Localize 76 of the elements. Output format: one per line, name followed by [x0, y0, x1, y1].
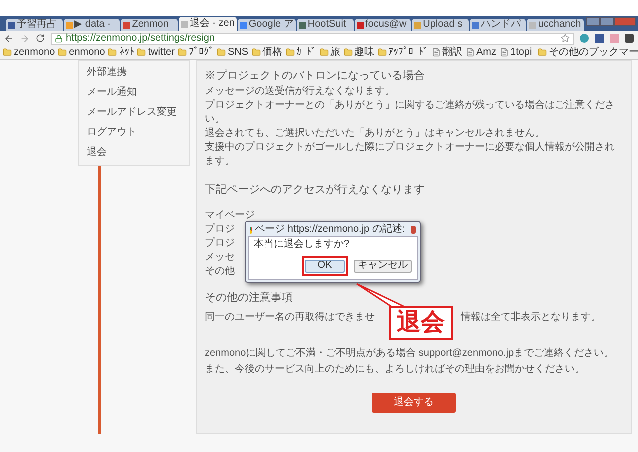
- forward-icon[interactable]: [20, 34, 30, 44]
- bookmark[interactable]: ｶｰﾄﾞ: [286, 48, 317, 58]
- page-icon: [466, 48, 475, 57]
- bookmark[interactable]: 翻訳: [432, 48, 463, 58]
- folder-icon: [3, 48, 12, 57]
- back-icon[interactable]: [4, 34, 14, 44]
- sidebar-item[interactable]: 外部連携: [79, 63, 189, 83]
- browser-tab[interactable]: ハンドパ: [470, 19, 526, 31]
- bookmark[interactable]: zenmono: [3, 48, 56, 58]
- bookmark[interactable]: twitter: [137, 48, 175, 58]
- section-heading: ※プロジェクトのパトロンになっている場合: [205, 69, 426, 83]
- page-name: プロジ: [205, 237, 235, 251]
- page-name: マイページ: [205, 209, 255, 223]
- folder-icon: [378, 48, 387, 57]
- browser-tab[interactable]: focus@w: [354, 19, 412, 31]
- sidebar-item[interactable]: 退会: [79, 143, 189, 163]
- bookmark[interactable]: ｱｯﾌﾟﾛｰﾄﾞ: [378, 48, 429, 58]
- browser-tab[interactable]: Upload s: [412, 19, 469, 31]
- star-icon[interactable]: [561, 34, 570, 43]
- notice-text: 支援中のプロジェクトがゴールした際にプロジェクトオーナーに必要な個人情報が公開されます。: [205, 141, 616, 169]
- browser-tab[interactable]: HootSuit: [296, 19, 354, 31]
- page-name: メッセ: [205, 251, 235, 265]
- folder-icon: [178, 48, 187, 57]
- folder-icon: [58, 48, 68, 57]
- folder-icon: [344, 48, 353, 57]
- folder-icon: [538, 48, 548, 57]
- section-heading: 下記ページへのアクセスが行えなくなります: [205, 183, 426, 197]
- ok-button[interactable]: OK: [305, 260, 345, 272]
- page-icon: [432, 48, 441, 57]
- browser-tab[interactable]: Google ア: [238, 19, 296, 31]
- folder-icon: [252, 48, 261, 57]
- bookmark[interactable]: ﾌﾞﾛｸﾞ: [178, 48, 214, 58]
- resign-button[interactable]: 退会する: [372, 393, 456, 413]
- folder-icon: [286, 48, 295, 57]
- dialog-message: 本当に退会しますか?: [254, 240, 351, 250]
- browser-tab[interactable]: 退会 - zen: [178, 17, 237, 31]
- folder-icon: [216, 48, 226, 57]
- page-icon: [500, 48, 509, 57]
- sidebar-item[interactable]: メールアドレス変更: [79, 103, 189, 123]
- bookmark[interactable]: ﾈｯﾄ: [108, 48, 134, 58]
- reload-icon[interactable]: [36, 34, 45, 43]
- section-heading: その他の注意事項: [205, 291, 293, 305]
- bookmark[interactable]: SNS: [216, 48, 249, 58]
- notice-text: 情報は全て非表示となります。: [461, 311, 601, 325]
- notice-text: 退会されても、ご選択いただいた「ありがとう」はキャンセルされません。: [205, 127, 546, 141]
- bookmark[interactable]: 1topi: [500, 48, 532, 58]
- page-name: プロジ: [205, 223, 235, 237]
- callout: 退会: [389, 306, 453, 340]
- notice-text: zenmonoに関してご不満・ご不明点がある場合 support@zenmono.jpまでご連絡ください。: [205, 347, 616, 361]
- page-name: その他: [205, 265, 235, 279]
- bookmark[interactable]: 旅: [320, 48, 341, 58]
- close-icon[interactable]: [411, 226, 416, 234]
- notice-text: また、今後のサービス向上のためにも、よろしければその理由をお聞かせください。: [205, 363, 586, 377]
- bookmark[interactable]: enmono: [58, 48, 106, 58]
- browser-tab[interactable]: Zenmon: [121, 19, 178, 31]
- bookmark[interactable]: その他のブックマー: [538, 48, 638, 58]
- browser-tab[interactable]: ucchanch: [527, 19, 584, 31]
- dialog-title: ページ https://zenmono.jp の記述:: [255, 225, 406, 235]
- browser-tab[interactable]: 予習再占: [6, 19, 63, 31]
- url-text: https://zenmono.jp/settings/resign: [66, 34, 215, 44]
- bookmark[interactable]: 価格: [252, 48, 283, 58]
- lock-icon: [55, 34, 63, 42]
- notice-text: メッセージの送受信が行えなくなります。: [205, 85, 396, 99]
- notice-text: プロジェクトオーナーとの「ありがとう」に関するご連絡が残っている場合はご注意ください。: [205, 99, 616, 127]
- sidebar-item[interactable]: メール通知: [79, 83, 189, 103]
- window-controls-icon[interactable]: [586, 17, 636, 26]
- bookmark[interactable]: Amz: [466, 48, 497, 58]
- cancel-button[interactable]: キャンセル: [354, 260, 412, 272]
- sidebar-item[interactable]: ログアウト: [79, 123, 189, 143]
- folder-icon: [108, 48, 118, 57]
- folder-icon: [320, 48, 329, 57]
- address-field[interactable]: https://zenmono.jp/settings/resign: [51, 32, 574, 44]
- folder-icon: [137, 48, 146, 57]
- notice-text: 同一のユーザー名の再取得はできませ: [205, 311, 375, 325]
- browser-tab[interactable]: ▶ data -: [64, 19, 120, 31]
- bookmark[interactable]: 趣味: [344, 48, 375, 58]
